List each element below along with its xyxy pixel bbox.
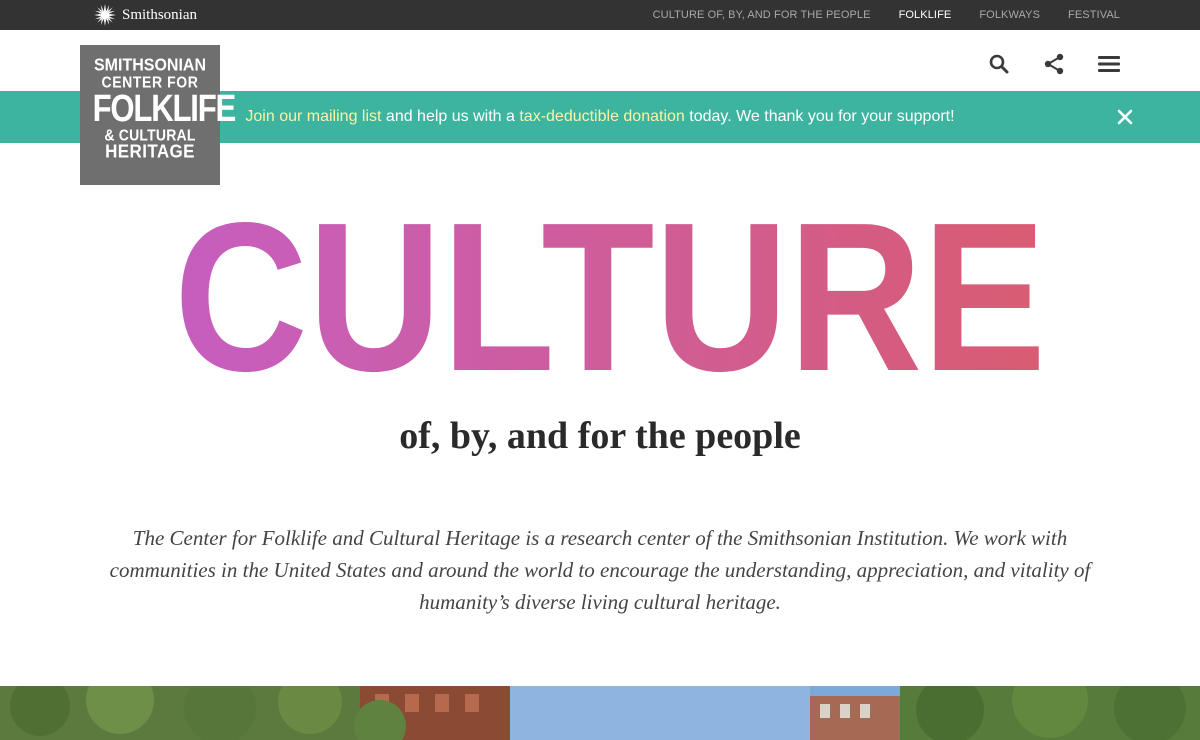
smithsonian-wordmark: Smithsonian xyxy=(122,6,198,23)
folklife-logo[interactable]: SMITHSONIAN CENTER FOR FOLKLIFE & CULTUR… xyxy=(80,45,237,185)
donation-link[interactable]: tax-deductible donation xyxy=(519,108,684,125)
banner-text-part1: and help us with a xyxy=(381,108,520,125)
hero-subtitle: of, by, and for the people xyxy=(399,415,801,457)
smithsonian-brand-link[interactable]: Smithsonian xyxy=(94,4,197,26)
topnav-festival-link[interactable]: FESTIVAL xyxy=(1068,9,1120,21)
banner-text-part2: today. We thank you for your support! xyxy=(684,108,955,125)
search-icon[interactable] xyxy=(987,52,1011,76)
topnav-culture-link[interactable]: CULTURE OF, BY, AND FOR THE PEOPLE xyxy=(653,9,871,21)
share-icon[interactable] xyxy=(1042,52,1066,76)
sunburst-icon xyxy=(94,4,116,26)
intro-paragraph: The Center for Folklife and Cultural Her… xyxy=(109,526,1091,614)
logo-line-heritage: HERITAGE xyxy=(105,141,195,162)
close-icon[interactable] xyxy=(1114,106,1136,128)
menu-icon[interactable] xyxy=(1097,52,1121,76)
hero-headline-text: CULTURE xyxy=(174,208,1046,378)
hero-headline: CULTURE xyxy=(170,208,1050,378)
hero-photo xyxy=(0,686,1200,740)
topnav-folklife-link[interactable]: FOLKLIFE xyxy=(899,9,952,21)
logo-line-folklife: FOLKLIFE xyxy=(92,88,237,130)
logo-line-smithsonian: SMITHSONIAN xyxy=(94,56,206,75)
mailing-list-link[interactable]: Join our mailing list xyxy=(245,108,381,125)
smithsonian-topbar: Smithsonian CULTURE OF, BY, AND FOR THE … xyxy=(0,0,1200,30)
top-navigation: CULTURE OF, BY, AND FOR THE PEOPLE FOLKL… xyxy=(653,0,1120,30)
topnav-folkways-link[interactable]: FOLKWAYS xyxy=(979,9,1040,21)
